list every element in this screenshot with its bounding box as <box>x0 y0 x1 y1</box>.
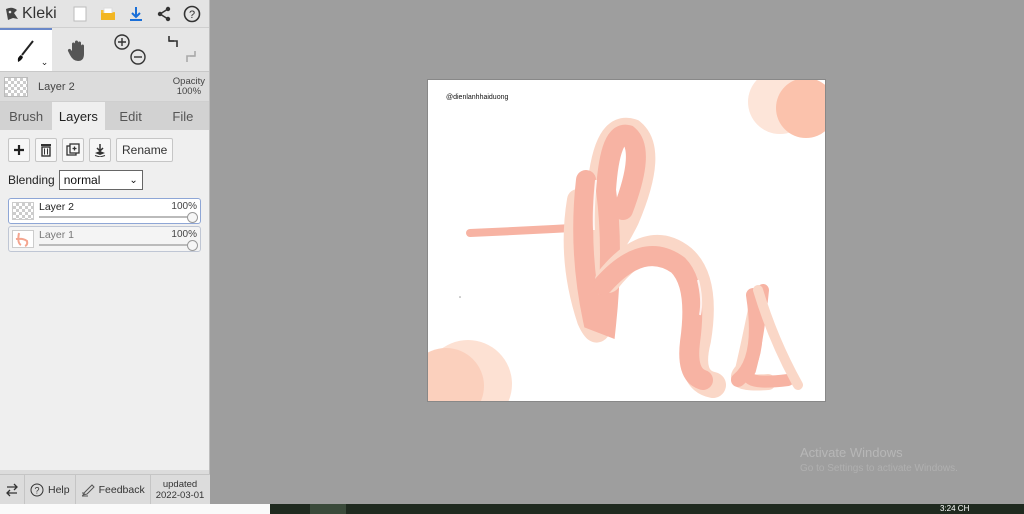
opacity-label: Opacity <box>172 75 205 87</box>
blending-value: normal <box>63 173 101 187</box>
top-toolbar: Kleki ? <box>0 0 209 28</box>
activation-watermark-subtitle: Go to Settings to activate Windows. <box>800 463 958 474</box>
share-icon[interactable] <box>153 3 175 25</box>
canvas-artwork <box>428 80 825 401</box>
redo-icon[interactable] <box>181 48 199 66</box>
tab-edit[interactable]: Edit <box>105 102 157 130</box>
layer-opacity: 100% <box>171 201 197 212</box>
layer-thumbnail <box>4 76 28 97</box>
brush-tool-icon <box>17 39 34 62</box>
merge-down-button[interactable] <box>89 138 111 162</box>
delete-layer-button[interactable] <box>35 138 57 162</box>
taskbar: 3:24 CH <box>0 504 1024 514</box>
add-layer-button[interactable] <box>8 138 30 162</box>
updated-label: updated <box>162 478 198 490</box>
drawing-canvas[interactable]: @dienlanhhaiduong <box>428 80 825 401</box>
svg-text:?: ? <box>34 485 39 495</box>
new-file-icon[interactable] <box>69 3 91 25</box>
current-layer-row: Layer 2 Opacity 100% <box>0 72 209 102</box>
rename-layer-button[interactable]: Rename <box>116 138 174 162</box>
feedback-icon <box>81 483 95 496</box>
zoom-out-icon[interactable] <box>129 48 147 66</box>
opacity-slider-handle[interactable] <box>187 240 198 251</box>
history-tools <box>157 28 209 71</box>
taskbar-search[interactable] <box>0 504 270 514</box>
layer-name: Layer 1 <box>39 229 75 241</box>
taskbar-clock[interactable]: 3:24 CH <box>940 504 969 513</box>
kleki-logo-icon <box>6 7 18 20</box>
updated-info[interactable]: updated 2022-03-01 <box>151 479 210 501</box>
help-button[interactable]: ? Help <box>25 475 76 504</box>
plus-icon <box>14 145 24 155</box>
duplicate-icon <box>66 143 80 156</box>
feedback-label: Feedback <box>98 483 145 496</box>
opacity-slider-track[interactable] <box>39 216 192 218</box>
app-logo[interactable]: Kleki <box>4 5 57 23</box>
help-icon: ? <box>30 483 44 496</box>
blending-label: Blending <box>8 173 55 187</box>
opacity-readout[interactable]: Opacity 100% <box>172 75 205 97</box>
tab-brush[interactable]: Brush <box>0 102 52 130</box>
tab-file[interactable]: File <box>157 102 209 130</box>
tool-row: ⌄ <box>0 28 209 72</box>
help-icon[interactable]: ? <box>181 3 203 25</box>
layer-item[interactable]: Layer 1 100% <box>8 226 201 252</box>
blending-select[interactable]: normal ⌄ <box>58 170 143 190</box>
app-name: Kleki <box>22 4 57 22</box>
zoom-tools <box>105 28 157 71</box>
layer-actions: Rename <box>8 138 201 162</box>
panel-tabs: Brush Layers Edit File <box>0 102 209 130</box>
svg-text:?: ? <box>189 9 195 21</box>
help-label: Help <box>48 483 70 496</box>
hand-tool[interactable] <box>52 28 104 71</box>
taskbar-app[interactable] <box>310 504 346 514</box>
duplicate-layer-button[interactable] <box>62 138 84 162</box>
layer-opacity: 100% <box>171 229 197 240</box>
chevron-down-icon: ⌄ <box>129 174 138 186</box>
blending-row: Blending normal ⌄ <box>8 170 201 190</box>
activation-watermark-title: Activate Windows <box>800 445 903 460</box>
layer-thumbnail <box>12 202 34 220</box>
trash-icon <box>41 144 51 157</box>
merge-down-icon <box>94 144 106 157</box>
chevron-down-icon[interactable]: ⌄ <box>41 57 49 68</box>
kleki-app: Kleki ? ⌄ Layer 2 Opacity 100% Brush Lay… <box>0 0 1024 514</box>
opacity-value: 100% <box>176 85 202 97</box>
tab-layers[interactable]: Layers <box>52 102 105 130</box>
layer-thumbnail <box>12 230 34 248</box>
feedback-button[interactable]: Feedback <box>76 475 151 504</box>
open-folder-icon[interactable] <box>97 3 119 25</box>
layers-panel: Rename Blending normal ⌄ Layer 2 100% La… <box>0 130 209 470</box>
swap-side-button[interactable] <box>0 475 25 504</box>
opacity-slider-handle[interactable] <box>187 212 198 223</box>
layer-item[interactable]: Layer 2 100% <box>8 198 201 224</box>
opacity-slider-track[interactable] <box>39 244 192 246</box>
layer-name: Layer 2 <box>39 201 75 213</box>
sidebar: Kleki ? ⌄ Layer 2 Opacity 100% Brush Lay… <box>0 0 210 504</box>
artist-handle: @dienlanhhaiduong <box>446 94 509 101</box>
updated-date: 2022-03-01 <box>155 489 205 501</box>
hand-tool-icon <box>68 40 85 61</box>
download-icon[interactable] <box>125 3 147 25</box>
sidebar-footer: ? Help Feedback updated 2022-03-01 <box>0 474 210 504</box>
brush-tool[interactable]: ⌄ <box>0 28 53 71</box>
swap-icon <box>6 483 18 496</box>
current-layer-name: Layer 2 <box>38 80 75 93</box>
